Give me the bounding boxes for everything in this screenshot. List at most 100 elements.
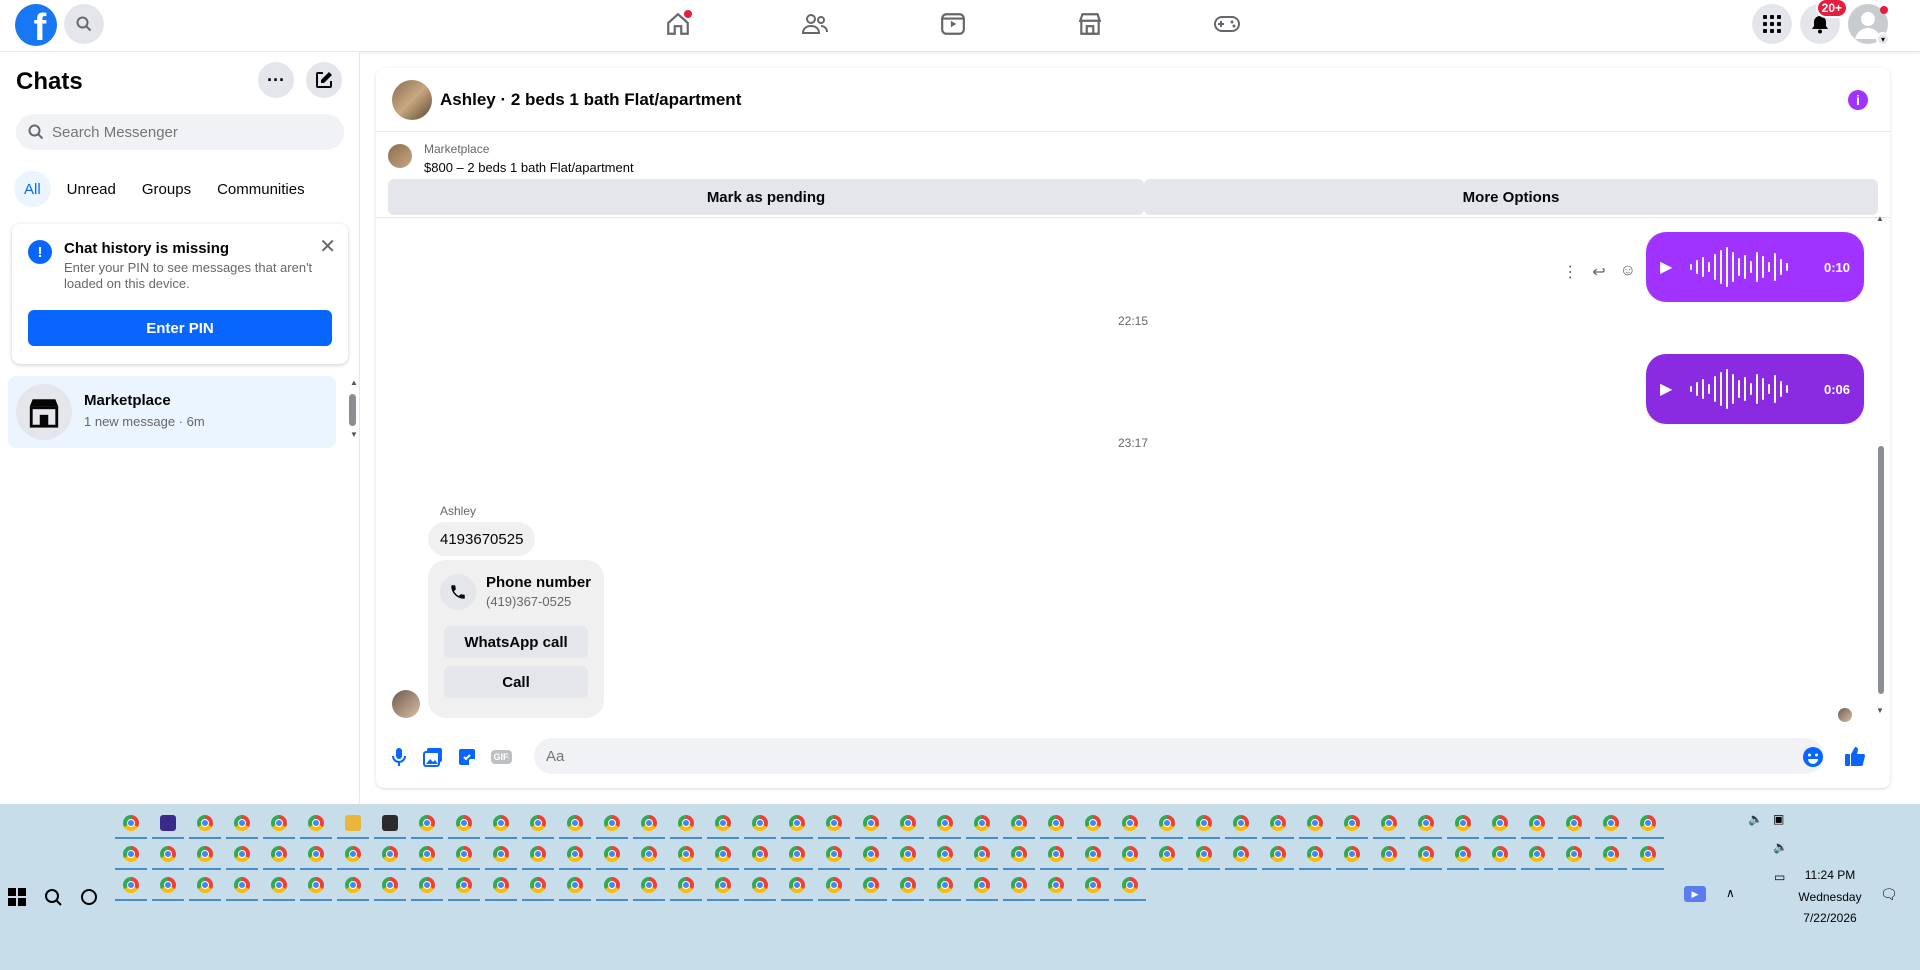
close-icon[interactable]: ✕ (319, 234, 336, 259)
play-icon[interactable]: ▶ (1660, 379, 1672, 399)
voice-message[interactable]: ▶ 0:06 (1646, 354, 1864, 424)
taskbar-app-button[interactable] (1595, 841, 1627, 870)
taskbar-app-button[interactable] (1373, 841, 1405, 870)
taskbar-app-button[interactable] (855, 872, 887, 901)
volume-muted-icon[interactable]: 🔈 (1748, 812, 1763, 826)
taskbar-app-button[interactable] (929, 872, 961, 901)
taskbar-app-button[interactable] (1262, 841, 1294, 870)
friends-nav-button[interactable] (797, 8, 833, 40)
taskbar-app-button[interactable] (374, 872, 406, 901)
taskbar-app-button[interactable] (596, 872, 628, 901)
more-vertical-icon[interactable]: ⋮ (1562, 262, 1578, 282)
taskbar-app-button[interactable] (633, 841, 665, 870)
taskbar-app-button[interactable] (1003, 872, 1035, 901)
contact-avatar[interactable] (392, 80, 432, 120)
taskbar-app-button[interactable] (1003, 841, 1035, 870)
listing-thumbnail[interactable] (388, 144, 412, 168)
call-button[interactable]: Call (444, 666, 588, 698)
taskbar-app-button[interactable] (522, 810, 554, 839)
taskbar-app-button[interactable] (300, 872, 332, 901)
taskbar-app-button[interactable] (1336, 841, 1368, 870)
taskbar-app-button[interactable] (1188, 841, 1220, 870)
taskbar-app-button[interactable] (226, 810, 258, 839)
taskbar-app-button[interactable] (596, 841, 628, 870)
taskbar-app-button[interactable] (1484, 810, 1516, 839)
taskbar-app-button[interactable] (559, 810, 591, 839)
taskbar-app-button[interactable] (1521, 810, 1553, 839)
whatsapp-call-button[interactable]: WhatsApp call (444, 626, 588, 658)
taskbar-app-button[interactable] (115, 810, 147, 839)
taskbar-app-button[interactable] (596, 810, 628, 839)
facebook-logo[interactable]: f (15, 4, 57, 46)
taskbar-app-button[interactable] (189, 872, 221, 901)
taskbar-app-button[interactable] (448, 872, 480, 901)
taskbar-app-button[interactable] (781, 810, 813, 839)
taskbar-app-button[interactable] (670, 872, 702, 901)
filter-communities[interactable]: Communities (207, 171, 315, 207)
taskbar-app-button[interactable] (559, 872, 591, 901)
taskbar-app-button[interactable] (1595, 810, 1627, 839)
info-icon[interactable]: i (1848, 90, 1868, 110)
taskbar-app-button[interactable] (226, 872, 258, 901)
taskbar-app-button[interactable] (892, 841, 924, 870)
messenger-search[interactable] (16, 114, 344, 150)
taskbar-app-button[interactable] (1077, 810, 1109, 839)
taskbar-app-button[interactable] (1410, 810, 1442, 839)
taskbar-app-button[interactable] (337, 810, 369, 839)
taskbar-app-button[interactable] (374, 810, 406, 839)
taskbar-app-button[interactable] (485, 810, 517, 839)
taskbar-app-button[interactable] (300, 841, 332, 870)
taskbar-app-button[interactable] (781, 872, 813, 901)
taskbar-app-button[interactable] (1225, 841, 1257, 870)
chat-list-item-marketplace[interactable]: Marketplace 1 new message · 6m (8, 376, 336, 448)
taskbar-app-button[interactable] (226, 841, 258, 870)
taskbar-app-button[interactable] (1114, 841, 1146, 870)
taskbar-app-button[interactable] (152, 872, 184, 901)
taskbar-app-button[interactable] (633, 810, 665, 839)
taskbar-app-button[interactable] (189, 841, 221, 870)
taskbar-app-button[interactable] (744, 872, 776, 901)
taskbar-app-button[interactable] (1040, 810, 1072, 839)
taskbar-app-button[interactable] (411, 872, 443, 901)
filter-all[interactable]: All (14, 171, 51, 207)
scroll-up-icon[interactable]: ▲ (350, 378, 358, 387)
cortana-button[interactable] (80, 888, 98, 911)
taskbar-app-button[interactable] (152, 810, 184, 839)
react-icon[interactable]: ☺ (1620, 262, 1636, 282)
taskbar-app-button[interactable] (966, 841, 998, 870)
taskbar-app-button[interactable] (1188, 810, 1220, 839)
taskbar-app-button[interactable] (1040, 841, 1072, 870)
menu-button[interactable] (1752, 4, 1792, 44)
taskbar-app-button[interactable] (1336, 810, 1368, 839)
notification-center-icon[interactable]: 🗨 (1880, 886, 1898, 903)
scroll-up-icon[interactable]: ▲ (1876, 214, 1884, 223)
home-nav-button[interactable] (660, 8, 696, 40)
taskbar-app-button[interactable] (115, 841, 147, 870)
clock-date[interactable]: 7/22/2026 (1790, 911, 1870, 925)
taskbar-app-button[interactable] (374, 841, 406, 870)
taskbar-app-button[interactable] (337, 872, 369, 901)
taskbar-app-button[interactable] (1262, 810, 1294, 839)
filter-unread[interactable]: Unread (57, 171, 126, 207)
message-input[interactable] (546, 747, 1766, 765)
clock-time[interactable]: 11:24 PM (1790, 868, 1870, 882)
emoji-icon[interactable] (1802, 746, 1824, 768)
sender-avatar[interactable] (392, 690, 420, 718)
sidebar-scrollbar[interactable]: ▲ ▼ (349, 378, 358, 439)
taskbar-app-button[interactable] (892, 872, 924, 901)
taskbar-app-button[interactable] (1151, 810, 1183, 839)
taskbar-search-button[interactable] (44, 888, 62, 911)
reply-icon[interactable]: ↩ (1592, 262, 1605, 282)
taskbar-app-button[interactable] (670, 841, 702, 870)
taskbar-app-button[interactable] (1114, 872, 1146, 901)
network-icon[interactable]: ▣ (1773, 812, 1784, 826)
taskbar-app-button[interactable] (1077, 872, 1109, 901)
chevron-up-icon[interactable]: ∧ (1726, 886, 1735, 900)
clock-day[interactable]: Wednesday (1790, 890, 1870, 904)
taskbar-app-button[interactable] (1521, 841, 1553, 870)
taskbar-app-button[interactable] (892, 810, 924, 839)
display-icon[interactable]: ▭ (1774, 870, 1785, 884)
taskbar-app-button[interactable] (263, 810, 295, 839)
search-input[interactable] (52, 123, 312, 141)
scroll-down-icon[interactable]: ▼ (350, 430, 358, 439)
